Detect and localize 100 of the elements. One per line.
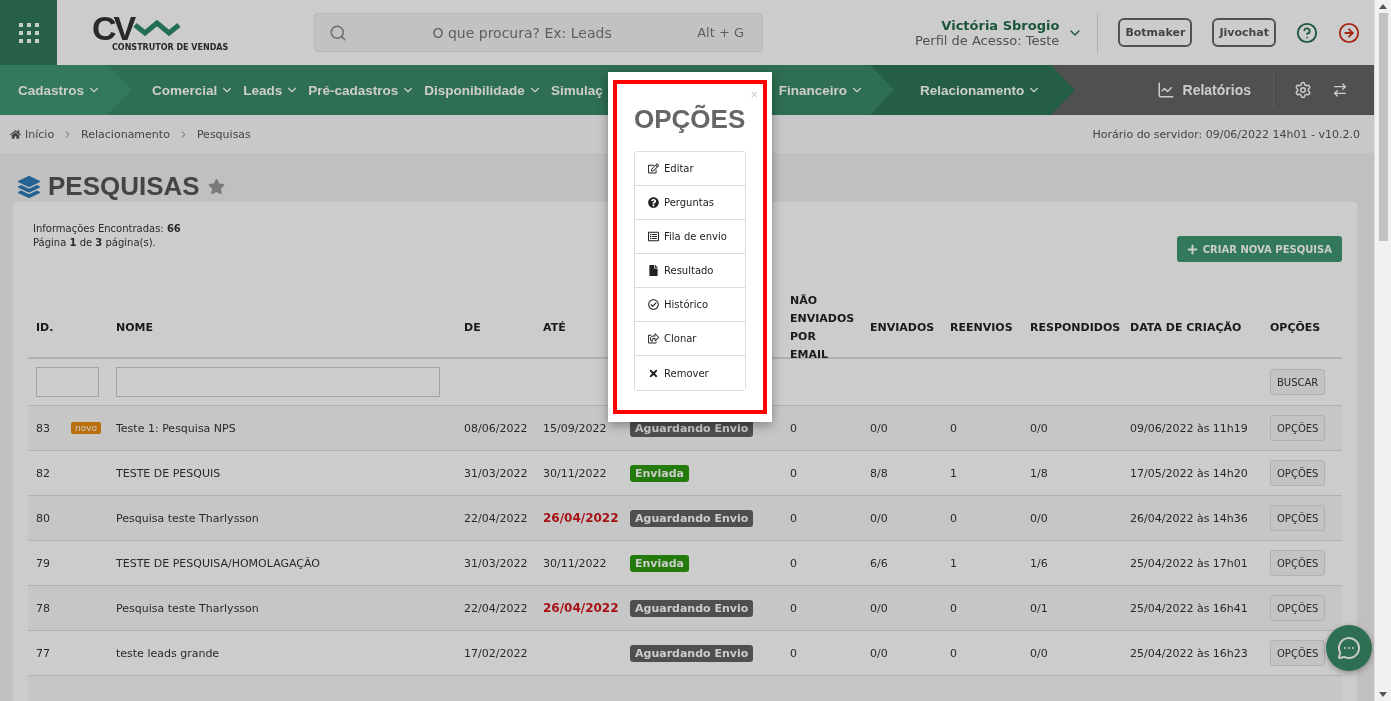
status-tag: Enviada [630, 554, 689, 572]
table-cell-text: Pesquisa teste Tharlysson [115, 511, 260, 525]
table-cell-text: TESTE DE PESQUISA/HOMOLAGAÇÃO [115, 556, 321, 570]
nav-menu-item[interactable]: Relacionamento [920, 82, 1042, 98]
table-cell-text: 1 [949, 556, 958, 570]
table-cell-text: 0 [789, 646, 798, 660]
settings-icon[interactable] [1294, 81, 1312, 99]
nav-menu-item[interactable]: Financeiro [778, 82, 864, 98]
table-cell-text: 0/0 [869, 511, 889, 525]
table-cell-text: 0 [949, 646, 958, 660]
menu-icon [17, 21, 40, 44]
apps-menu-button[interactable] [0, 0, 57, 65]
swap-icon[interactable] [1332, 82, 1348, 98]
table-cell-text: 0/0 [869, 601, 889, 615]
id-text: 79 [36, 556, 50, 570]
column-header: RESPONDIDOS [1029, 320, 1122, 336]
breadcrumb-link[interactable]: Pesquisas [196, 127, 251, 141]
search-icon [329, 23, 347, 42]
table-cell-text: 0 [789, 421, 798, 435]
logo[interactable]: CV CONSTRUTOR DE VENDAS [92, 13, 242, 52]
options-button[interactable]: OPÇÕES [1270, 505, 1326, 531]
star-icon[interactable] [207, 178, 225, 195]
table-cell-text: 26/04/2022 [542, 601, 620, 615]
search-bar[interactable]: O que procura? Ex: Leads Alt + G [314, 13, 763, 52]
options-button[interactable]: OPÇÕES [1270, 460, 1326, 486]
table-cell-text: 0 [949, 421, 958, 435]
home-icon [10, 128, 21, 140]
chat-service-button[interactable]: Botmaker [1118, 18, 1193, 47]
table-cell-text: 0 [789, 601, 798, 615]
file-icon [648, 265, 659, 276]
table-cell-text: 0 [789, 511, 798, 525]
plus-icon [1186, 243, 1198, 255]
id-filter-field[interactable] [36, 367, 99, 397]
nav-menu-item[interactable]: Simulaç [550, 82, 603, 98]
shortcut-hint: Alt + G [697, 25, 744, 40]
logout-icon[interactable] [1338, 21, 1360, 44]
scroll-up-icon[interactable] [1379, 4, 1387, 9]
table-cell-text: 25/04/2022 às 17h01 [1129, 556, 1249, 570]
table-cell-text: 26/04/2022 [542, 511, 620, 525]
table-cell-text: 09/06/2022 às 11h19 [1129, 421, 1249, 435]
wave-logo-icon [133, 19, 182, 37]
chat-icon [1337, 636, 1361, 660]
table-cell-text: 0 [949, 511, 958, 525]
scroll-down-icon[interactable] [1379, 692, 1387, 697]
id-text: 82 [36, 466, 50, 480]
table-cell-text: 17/02/2022 [463, 646, 529, 660]
options-button[interactable]: OPÇÕES [1270, 595, 1326, 621]
breadcrumb-link[interactable]: Relacionamento [81, 127, 170, 141]
help-icon[interactable] [1296, 21, 1318, 44]
options-button[interactable]: OPÇÕES [1270, 640, 1326, 666]
search-field[interactable]: O que procura? Ex: Leads [357, 23, 688, 42]
search-button[interactable]: BUSCAR [1270, 369, 1326, 395]
table-cell-text: 0 [789, 466, 798, 480]
option-item[interactable]: Editar [635, 152, 745, 186]
id-text: 80 [36, 511, 50, 525]
column-header: NOME [115, 320, 155, 336]
column-header: REENVIOS [949, 320, 1014, 336]
scrollbar[interactable] [1374, 0, 1391, 701]
chat-button[interactable] [1326, 625, 1372, 671]
name-filter-field[interactable] [116, 367, 440, 397]
table-cell-text: 0 [949, 601, 958, 615]
scrollbar-thumb[interactable] [1378, 13, 1388, 241]
column-header: NÃO ENVIADOS POR EMAIL [789, 293, 856, 363]
options-button[interactable]: OPÇÕES [1270, 415, 1326, 441]
table-cell-text: 0/0 [869, 646, 889, 660]
server-time: Horário do servidor: 09/06/2022 14h01 - v10.2.0 [1092, 127, 1360, 141]
edit-icon [648, 163, 659, 174]
layers-icon [18, 175, 40, 198]
column-header: DATA DE CRIAÇÃO [1129, 320, 1243, 336]
status-tag: Aguardando Envio [630, 599, 754, 617]
table-cell-text: 08/06/2022 [463, 421, 529, 435]
user-name[interactable]: Victória Sbrogio [941, 17, 1060, 33]
table-cell-text: 22/04/2022 [463, 601, 529, 615]
breadcrumb-link[interactable]: Início [10, 127, 55, 141]
table-cell-text: 8/8 [869, 466, 889, 480]
close-icon [648, 367, 659, 379]
table-cell-text: 31/03/2022 [463, 556, 529, 570]
nav-menu-item[interactable]: Leads [243, 82, 300, 98]
id-text: 77 [36, 646, 50, 660]
table-cell-text: 15/09/2022 [542, 421, 608, 435]
new-tag: novo [71, 422, 102, 434]
table-cell-text: 25/04/2022 às 16h41 [1129, 601, 1249, 615]
reports-link[interactable]: Relatórios [1156, 72, 1274, 108]
table-cell-text: 25/04/2022 às 16h23 [1129, 646, 1249, 660]
table-cell-text: 0/0 [869, 421, 889, 435]
create-survey-button[interactable]: CRIAR NOVA PESQUISA [1176, 236, 1342, 262]
nav-menu-item[interactable]: Disponibilidade [424, 82, 542, 98]
status-tag: Enviada [630, 464, 689, 482]
options-button[interactable]: OPÇÕES [1270, 550, 1326, 576]
column-header: DE [463, 320, 482, 336]
column-header: ENVIADOS [869, 320, 936, 336]
page-title: PESQUISAS [48, 171, 200, 202]
nav-menu-item[interactable]: Pré-cadastros [308, 82, 416, 98]
question-icon [648, 197, 659, 208]
table-cell-text: 30/11/2022 [542, 466, 608, 480]
nav-menu-item[interactable]: Comercial [152, 82, 235, 98]
user-profile: Perfil de Acesso: Teste [914, 32, 1060, 48]
status-tag: Aguardando Envio [630, 644, 754, 662]
table-cell-text: 0/0 [1029, 511, 1049, 525]
chat-service-button[interactable]: Jivochat [1212, 18, 1276, 47]
